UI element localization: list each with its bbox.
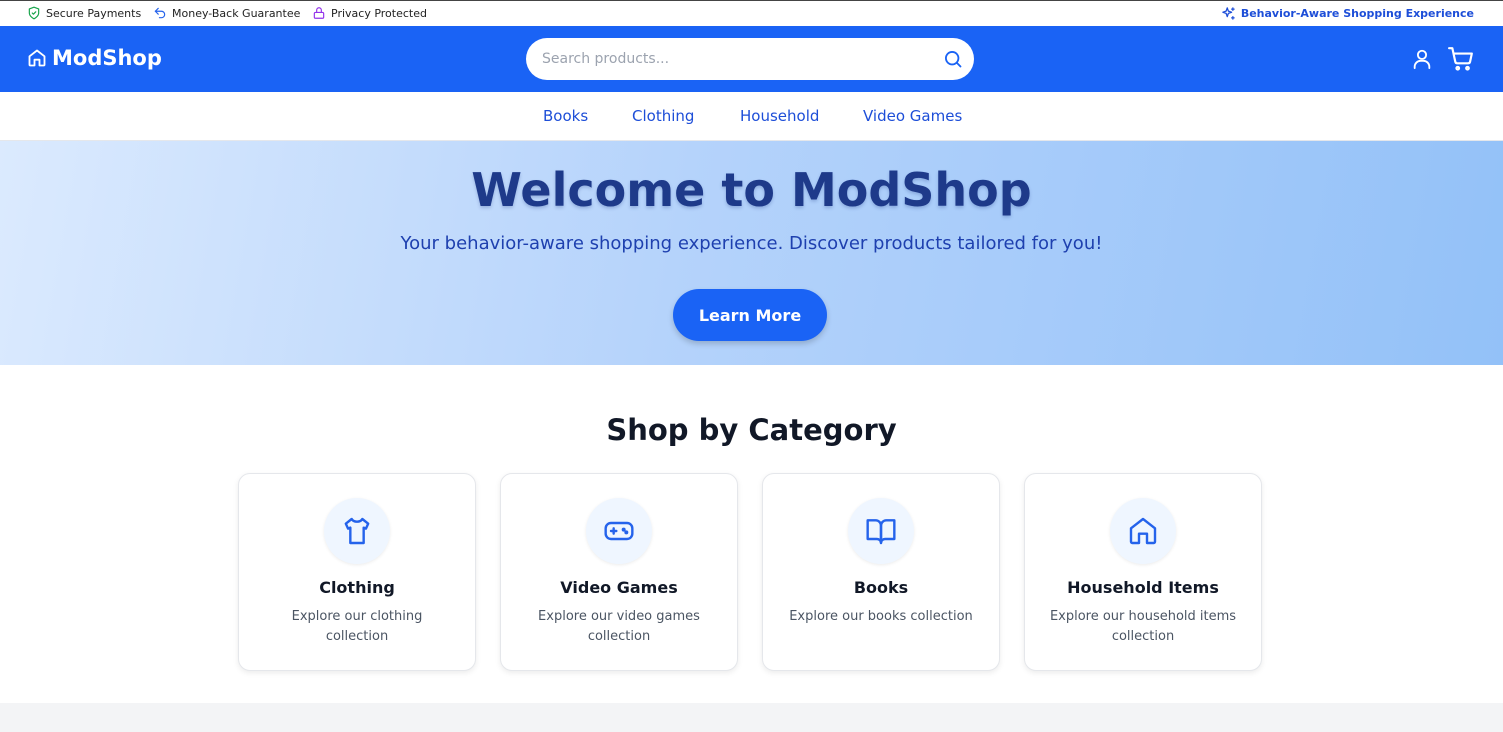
category-title: Clothing [319,578,395,597]
nav-link-clothing[interactable]: Clothing [632,107,694,125]
gamepad-icon [604,521,634,541]
category-description: Explore our household items collection [1049,609,1237,644]
home-icon [1129,517,1157,545]
shield-check-icon [28,6,40,20]
category-card-clothing[interactable]: Clothing Explore our clothing collection [238,473,476,671]
search-input[interactable] [542,48,932,70]
category-card-video-games[interactable]: Video Games Explore our video games coll… [500,473,738,671]
logo-text: ModShop [52,46,162,70]
shirt-icon [344,517,370,545]
category-description: Explore our video games collection [538,609,700,644]
category-icon-circle [324,498,390,564]
trust-label: Secure Payments [46,6,142,20]
user-icon [1413,49,1431,70]
trust-item-secure-payments: Secure Payments [27,6,141,20]
trust-label: Money-Back Guarantee [172,6,301,20]
category-card-household-items[interactable]: Household Items Explore our household it… [1024,473,1262,671]
behavior-aware-label: Behavior-Aware Shopping Experience [1240,7,1474,20]
cart-button[interactable] [1448,46,1474,72]
section-title: Shop by Category [606,413,897,447]
search-icon [945,51,962,68]
trust-bar: Secure Payments Money-Back Guarantee Pri… [0,0,1503,26]
account-button[interactable] [1409,46,1435,72]
search-bar [526,38,974,80]
sparkles-icon [1222,7,1235,20]
book-open-icon [866,519,896,545]
hero-subtitle: Your behavior-aware shopping experience.… [400,233,1103,254]
category-nav: Books Clothing Household Video Games [0,92,1503,141]
cart-icon [1448,47,1473,71]
search-button[interactable] [942,48,964,70]
trust-item-money-back: Money-Back Guarantee [153,6,300,20]
category-icon-circle [586,498,652,564]
category-title: Video Games [560,578,678,597]
nav-link-books[interactable]: Books [543,107,588,125]
behavior-aware-badge: Behavior-Aware Shopping Experience [1221,6,1474,21]
nav-link-household[interactable]: Household [740,107,819,125]
category-title: Books [853,578,909,597]
undo-arrow-icon [154,7,166,19]
hero-title: Welcome to ModShop [471,163,1032,217]
category-card-books[interactable]: Books Explore our books collection [762,473,1000,671]
lock-icon [313,7,325,19]
nav-link-video-games[interactable]: Video Games [863,107,962,125]
home-icon [28,49,46,67]
learn-more-button[interactable]: Learn More [673,289,827,341]
category-description: Explore our clothing collection [291,609,423,644]
category-icon-circle [1110,498,1176,564]
trust-item-privacy: Privacy Protected [312,6,427,20]
logo[interactable]: ModShop [27,46,162,70]
footer-band [0,703,1503,732]
site-header: ModShop [0,26,1503,92]
trust-label: Privacy Protected [331,6,427,20]
hero-banner: Welcome to ModShop Your behavior-aware s… [0,141,1503,365]
category-description: Explore our books collection [789,609,973,624]
category-icon-circle [848,498,914,564]
category-title: Household Items [1067,578,1219,597]
